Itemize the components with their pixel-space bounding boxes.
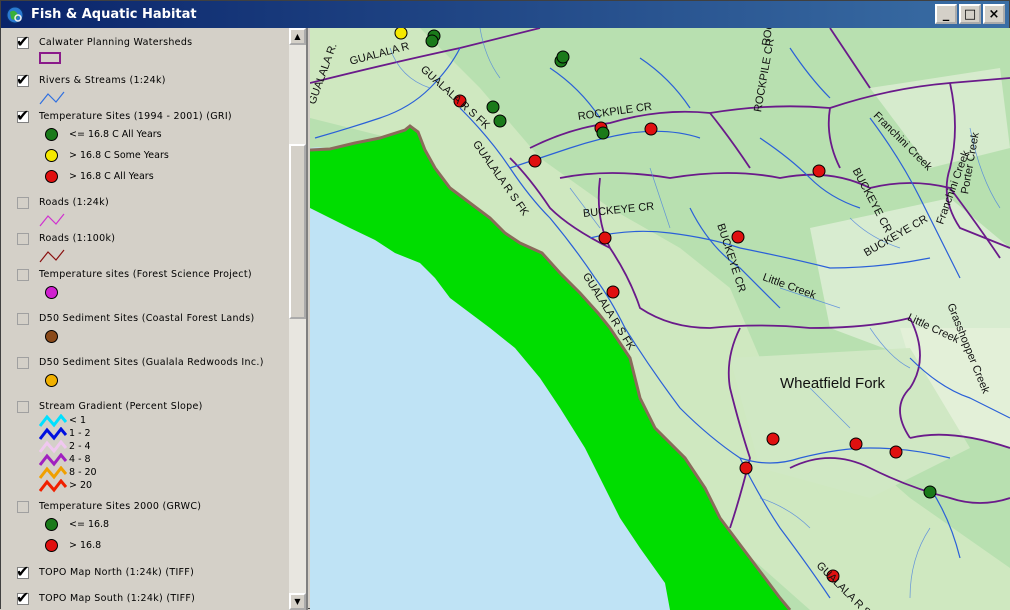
gradient-label: 2 - 4: [69, 441, 91, 452]
gradient-label: > 20: [69, 480, 93, 491]
minimize-button[interactable]: _: [935, 4, 957, 24]
gradient-line-symbol: [39, 466, 67, 480]
legend-dot-symbol: [45, 170, 58, 183]
layer-name: TOPO Map South (1:24k) (TIFF): [39, 593, 196, 604]
layer-visibility-checkbox[interactable]: [16, 70, 29, 89]
layer-row[interactable]: Roads (1:24k): [1, 194, 289, 214]
layer-row[interactable]: D50 Sediment Sites (Coastal Forest Lands…: [1, 310, 289, 330]
layer-visibility-checkbox[interactable]: [17, 269, 29, 281]
legend-symbol-label: > 16.8 C All Years: [69, 171, 154, 182]
label-wheatfield-fork: Wheatfield Fork: [780, 375, 886, 392]
app-window: Fish & Aquatic Habitat _ □ × Calwater Pl…: [0, 0, 1010, 610]
layer-list-panel: Calwater Planning Watersheds Rivers & Str…: [1, 28, 308, 610]
map-view[interactable]: GUALALA R. GUALALA R GUALALA R S FK GUAL…: [310, 28, 1010, 610]
layer-visibility-checkbox[interactable]: [16, 32, 29, 51]
layer-row[interactable]: Temperature Sites 2000 (GRWC): [1, 498, 289, 518]
layer-name: Rivers & Streams (1:24k): [39, 75, 166, 86]
legend-dot-symbol: [45, 128, 58, 141]
title-bar: Fish & Aquatic Habitat _ □ ×: [1, 1, 1009, 28]
window-title: Fish & Aquatic Habitat: [31, 7, 197, 22]
gradient-line-symbol: [39, 440, 67, 454]
gradient-line-symbol: [39, 414, 67, 428]
map-canvas[interactable]: [310, 28, 1010, 610]
line-symbol: [39, 91, 65, 105]
layer-row[interactable]: TOPO Map North (1:24k) (TIFF): [1, 562, 289, 584]
scroll-up-button[interactable]: ▲: [289, 28, 306, 45]
layer-row[interactable]: Temperature sites (Forest Science Projec…: [1, 266, 289, 286]
layer-row[interactable]: Calwater Planning Watersheds: [1, 32, 289, 54]
layer-row[interactable]: Temperature Sites (1994 - 2001) (GRI): [1, 106, 289, 128]
gradient-line-symbol: [39, 453, 67, 467]
line-symbol: [39, 249, 65, 263]
layer-name: Temperature Sites (1994 - 2001) (GRI): [39, 111, 232, 122]
layer-visibility-checkbox[interactable]: [17, 197, 29, 209]
legend-symbol-label: > 16.8 C Some Years: [69, 150, 169, 161]
layer-name: Temperature Sites 2000 (GRWC): [39, 501, 202, 512]
layer-visibility-checkbox[interactable]: [17, 401, 29, 413]
layer-row[interactable]: TOPO Map South (1:24k) (TIFF): [1, 588, 289, 610]
scroll-thumb[interactable]: [289, 144, 306, 319]
layer-visibility-checkbox[interactable]: [17, 313, 29, 325]
layer-visibility-checkbox[interactable]: [16, 106, 29, 125]
layer-row[interactable]: Rivers & Streams (1:24k): [1, 70, 289, 92]
layer-visibility-checkbox[interactable]: [17, 357, 29, 369]
gradient-line-symbol: [39, 427, 67, 441]
toc-scrollbar[interactable]: ▲ ▼: [289, 28, 306, 610]
layer-name: Roads (1:100k): [39, 233, 116, 244]
layer-row[interactable]: Roads (1:100k): [1, 230, 289, 250]
layer-name: Temperature sites (Forest Science Projec…: [39, 269, 252, 280]
legend-dot-symbol: [45, 539, 58, 552]
legend-symbol-label: > 16.8: [69, 540, 102, 551]
layer-name: D50 Sediment Sites (Gualala Redwoods Inc…: [39, 357, 264, 368]
legend-dot-symbol: [45, 374, 58, 387]
scroll-down-button[interactable]: ▼: [289, 593, 306, 610]
legend-symbol-label: <= 16.8: [69, 519, 110, 530]
legend-dot-symbol: [45, 149, 58, 162]
gradient-label: 8 - 20: [69, 467, 97, 478]
legend-dot-symbol: [45, 518, 58, 531]
legend-dot-symbol: [45, 286, 58, 299]
layer-name: Calwater Planning Watersheds: [39, 37, 193, 48]
line-symbol: [39, 213, 65, 227]
layer-row[interactable]: D50 Sediment Sites (Gualala Redwoods Inc…: [1, 354, 289, 374]
layer-list: Calwater Planning Watersheds Rivers & Str…: [1, 28, 289, 610]
layer-visibility-checkbox[interactable]: [16, 562, 29, 581]
maximize-button[interactable]: □: [959, 4, 981, 24]
polygon-symbol: [39, 52, 61, 64]
layer-visibility-checkbox[interactable]: [17, 501, 29, 513]
globe-icon: [6, 6, 24, 23]
layer-name: Stream Gradient (Percent Slope): [39, 401, 203, 412]
gradient-line-symbol: [39, 479, 67, 493]
layer-name: TOPO Map North (1:24k) (TIFF): [39, 567, 195, 578]
layer-visibility-checkbox[interactable]: [17, 233, 29, 245]
gradient-label: < 1: [69, 415, 87, 426]
gradient-label: 4 - 8: [69, 454, 91, 465]
close-button[interactable]: ×: [983, 4, 1005, 24]
gradient-label: 1 - 2: [69, 428, 91, 439]
layer-visibility-checkbox[interactable]: [16, 588, 29, 607]
layer-name: Roads (1:24k): [39, 197, 109, 208]
legend-dot-symbol: [45, 330, 58, 343]
legend-symbol-label: <= 16.8 C All Years: [69, 129, 162, 140]
layer-name: D50 Sediment Sites (Coastal Forest Lands…: [39, 313, 255, 324]
